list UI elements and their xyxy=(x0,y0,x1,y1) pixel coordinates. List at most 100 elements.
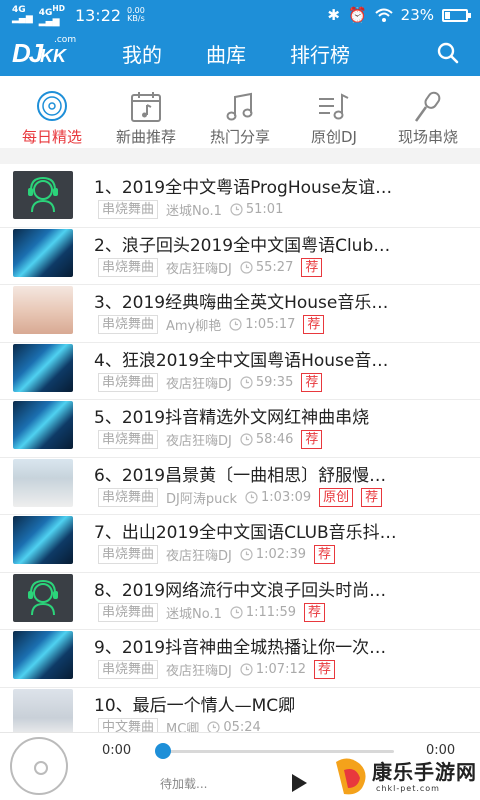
clock-icon xyxy=(240,375,253,389)
music-list-icon xyxy=(319,93,349,120)
song-thumbnail xyxy=(13,573,73,622)
song-title: 6、2019昌景黄〔一曲相思〕舒服慢… xyxy=(94,465,387,486)
category-live-mix[interactable]: 现场串烧 xyxy=(382,76,474,148)
alarm-icon: ⏰ xyxy=(347,6,367,24)
song-artist: 夜店狂嗨DJ xyxy=(166,376,232,392)
song-row[interactable]: 5、2019抖音精选外文网红神曲串烧 串烧舞曲 夜店狂嗨DJ 58:46 荐 xyxy=(0,400,480,458)
song-title: 8、2019网络流行中文浪子回头时尚… xyxy=(94,580,387,601)
category-hot-share[interactable]: 热门分享 xyxy=(194,76,286,148)
song-row[interactable]: 8、2019网络流行中文浪子回头时尚… 串烧舞曲 迷城No.1 1:11:59 … xyxy=(0,573,480,630)
current-time: 0:00 xyxy=(102,743,132,758)
song-row[interactable]: 6、2019昌景黄〔一曲相思〕舒服慢… 串烧舞曲 DJ阿涛puck 1:03:0… xyxy=(0,458,480,515)
song-badge: 荐 xyxy=(361,487,383,507)
song-row[interactable]: 4、狂浪2019全中文国粤语House音… 串烧舞曲 夜店狂嗨DJ 59:35 … xyxy=(0,343,480,400)
song-row[interactable]: 2、浪子回头2019全中文国粤语Club… 串烧舞曲 夜店狂嗨DJ 55:27 … xyxy=(0,228,480,285)
category-bar: 每日精选 新曲推荐 热门分享 原创DJ 现场串烧 xyxy=(0,76,480,148)
song-row[interactable]: 3、2019经典嗨曲全英文House音乐… 串烧舞曲 Amy柳艳 1:05:17… xyxy=(0,285,480,343)
song-artist: 迷城No.1 xyxy=(166,204,222,219)
song-artist: DJ阿涛puck xyxy=(166,491,238,507)
bluetooth-icon: ✱ xyxy=(327,6,340,24)
calendar-music-icon xyxy=(131,92,161,122)
network-indicator-2: 4GHD ▂▄▆ xyxy=(38,3,65,27)
song-duration: 55:27 xyxy=(240,260,293,275)
clock-time: 13:22 xyxy=(74,5,122,25)
song-duration-text: 58:46 xyxy=(255,432,294,447)
song-title: 1、2019全中文粤语ProgHouse友谊… xyxy=(94,178,393,198)
song-meta: 串烧舞曲 夜店狂嗨DJ 59:35 荐 xyxy=(98,372,323,392)
watermark-title: 康乐手游网 xyxy=(372,760,477,784)
song-row[interactable]: 9、2019抖音神曲全城热播让你一次… 串烧舞曲 夜店狂嗨DJ 1:07:12 … xyxy=(0,630,480,688)
song-badge: 荐 xyxy=(301,372,323,392)
wifi-icon xyxy=(374,8,393,22)
song-duration-text: 1:03:09 xyxy=(261,489,312,505)
song-duration-text: 1:02:39 xyxy=(255,547,306,562)
song-genre-tag: 串烧舞曲 xyxy=(98,602,159,622)
clock-icon xyxy=(229,318,242,331)
category-new-songs[interactable]: 新曲推荐 xyxy=(100,76,192,148)
song-meta: 串烧舞曲 迷城No.1 51:01 xyxy=(98,200,283,219)
song-genre-tag: 串烧舞曲 xyxy=(98,315,159,334)
song-badge: 荐 xyxy=(301,430,323,449)
disc-icon[interactable] xyxy=(10,737,68,795)
tab-my[interactable]: 我的 xyxy=(100,39,184,68)
song-row[interactable]: 1、2019全中文粤语ProgHouse友谊… 串烧舞曲 迷城No.1 51:0… xyxy=(0,170,480,228)
song-duration: 51:01 xyxy=(230,202,283,217)
status-bar: 4G ▂▄▆ 4GHD ▂▄▆ 13:22 0.00 KB/s ✱ ⏰ 23% xyxy=(0,0,480,30)
clock-icon xyxy=(230,203,243,216)
song-genre-tag: 串烧舞曲 xyxy=(98,257,159,277)
song-thumbnail xyxy=(13,688,73,737)
section-divider xyxy=(0,148,480,164)
song-duration-text: 1:05:17 xyxy=(245,317,296,332)
song-meta: 串烧舞曲 DJ阿涛puck 1:03:09 原创荐 xyxy=(98,487,383,507)
song-thumbnail xyxy=(13,458,73,507)
song-duration: 59:35 xyxy=(240,375,293,390)
song-duration: 1:11:59 xyxy=(230,605,296,620)
song-thumbnail xyxy=(13,401,73,449)
tab-library[interactable]: 曲库 xyxy=(184,39,268,68)
song-thumbnail xyxy=(13,631,73,679)
song-meta: 串烧舞曲 迷城No.1 1:11:59 荐 xyxy=(98,602,326,622)
song-duration: 58:46 xyxy=(240,432,293,447)
song-row[interactable]: 7、出山2019全中文国语CLUB音乐抖… 串烧舞曲 夜店狂嗨DJ 1:02:3… xyxy=(0,515,480,573)
song-genre-tag: 串烧舞曲 xyxy=(98,545,159,564)
clock-icon xyxy=(240,663,253,676)
song-thumbnail xyxy=(13,286,73,334)
song-duration-text: 59:35 xyxy=(255,374,294,390)
song-thumbnail xyxy=(13,171,73,219)
song-title: 4、狂浪2019全中文国粤语House音… xyxy=(94,350,389,371)
song-meta: 串烧舞曲 Amy柳艳 1:05:17 荐 xyxy=(98,315,325,334)
song-title: 7、出山2019全中文国语CLUB音乐抖… xyxy=(94,523,397,543)
category-daily-picks[interactable]: 每日精选 xyxy=(6,76,98,148)
clock-icon xyxy=(240,260,253,274)
song-title: 10、最后一个情人—MC卿 xyxy=(94,695,296,716)
progress-knob[interactable] xyxy=(155,743,171,759)
song-artist: 夜店狂嗨DJ xyxy=(166,549,232,564)
category-original-dj[interactable]: 原创DJ xyxy=(288,76,380,148)
now-playing-title: 待加载... xyxy=(160,777,208,791)
watermark-url: chkl-pet.com xyxy=(376,784,440,793)
dj-avatar-icon xyxy=(28,579,58,615)
play-icon[interactable] xyxy=(290,773,308,793)
battery-icon xyxy=(442,8,471,22)
song-duration-text: 51:01 xyxy=(245,202,284,217)
song-duration-text: 1:07:12 xyxy=(255,662,306,677)
tab-charts[interactable]: 排行榜 xyxy=(268,39,372,68)
song-title: 5、2019抖音精选外文网红神曲串烧 xyxy=(94,408,370,428)
song-duration: 1:02:39 xyxy=(240,547,306,562)
song-duration-text: 55:27 xyxy=(255,259,294,275)
microphone-icon xyxy=(414,91,441,122)
clock-icon xyxy=(245,490,258,504)
song-genre-tag: 串烧舞曲 xyxy=(98,660,159,679)
song-duration: 1:03:09 xyxy=(245,490,311,505)
song-artist: 夜店狂嗨DJ xyxy=(166,261,232,277)
song-thumbnail xyxy=(13,516,73,564)
search-icon[interactable] xyxy=(436,41,460,65)
song-duration-text: 1:11:59 xyxy=(245,604,296,620)
song-meta: 串烧舞曲 夜店狂嗨DJ 58:46 荐 xyxy=(98,430,323,449)
network-speed: 0.00 KB/s xyxy=(127,6,145,23)
song-badge: 原创 xyxy=(319,487,354,507)
song-artist: 夜店狂嗨DJ xyxy=(166,434,232,449)
disc-icon xyxy=(37,91,67,121)
song-list: 1、2019全中文粤语ProgHouse友谊… 串烧舞曲 迷城No.1 51:0… xyxy=(0,170,480,745)
song-thumbnail xyxy=(13,343,73,392)
